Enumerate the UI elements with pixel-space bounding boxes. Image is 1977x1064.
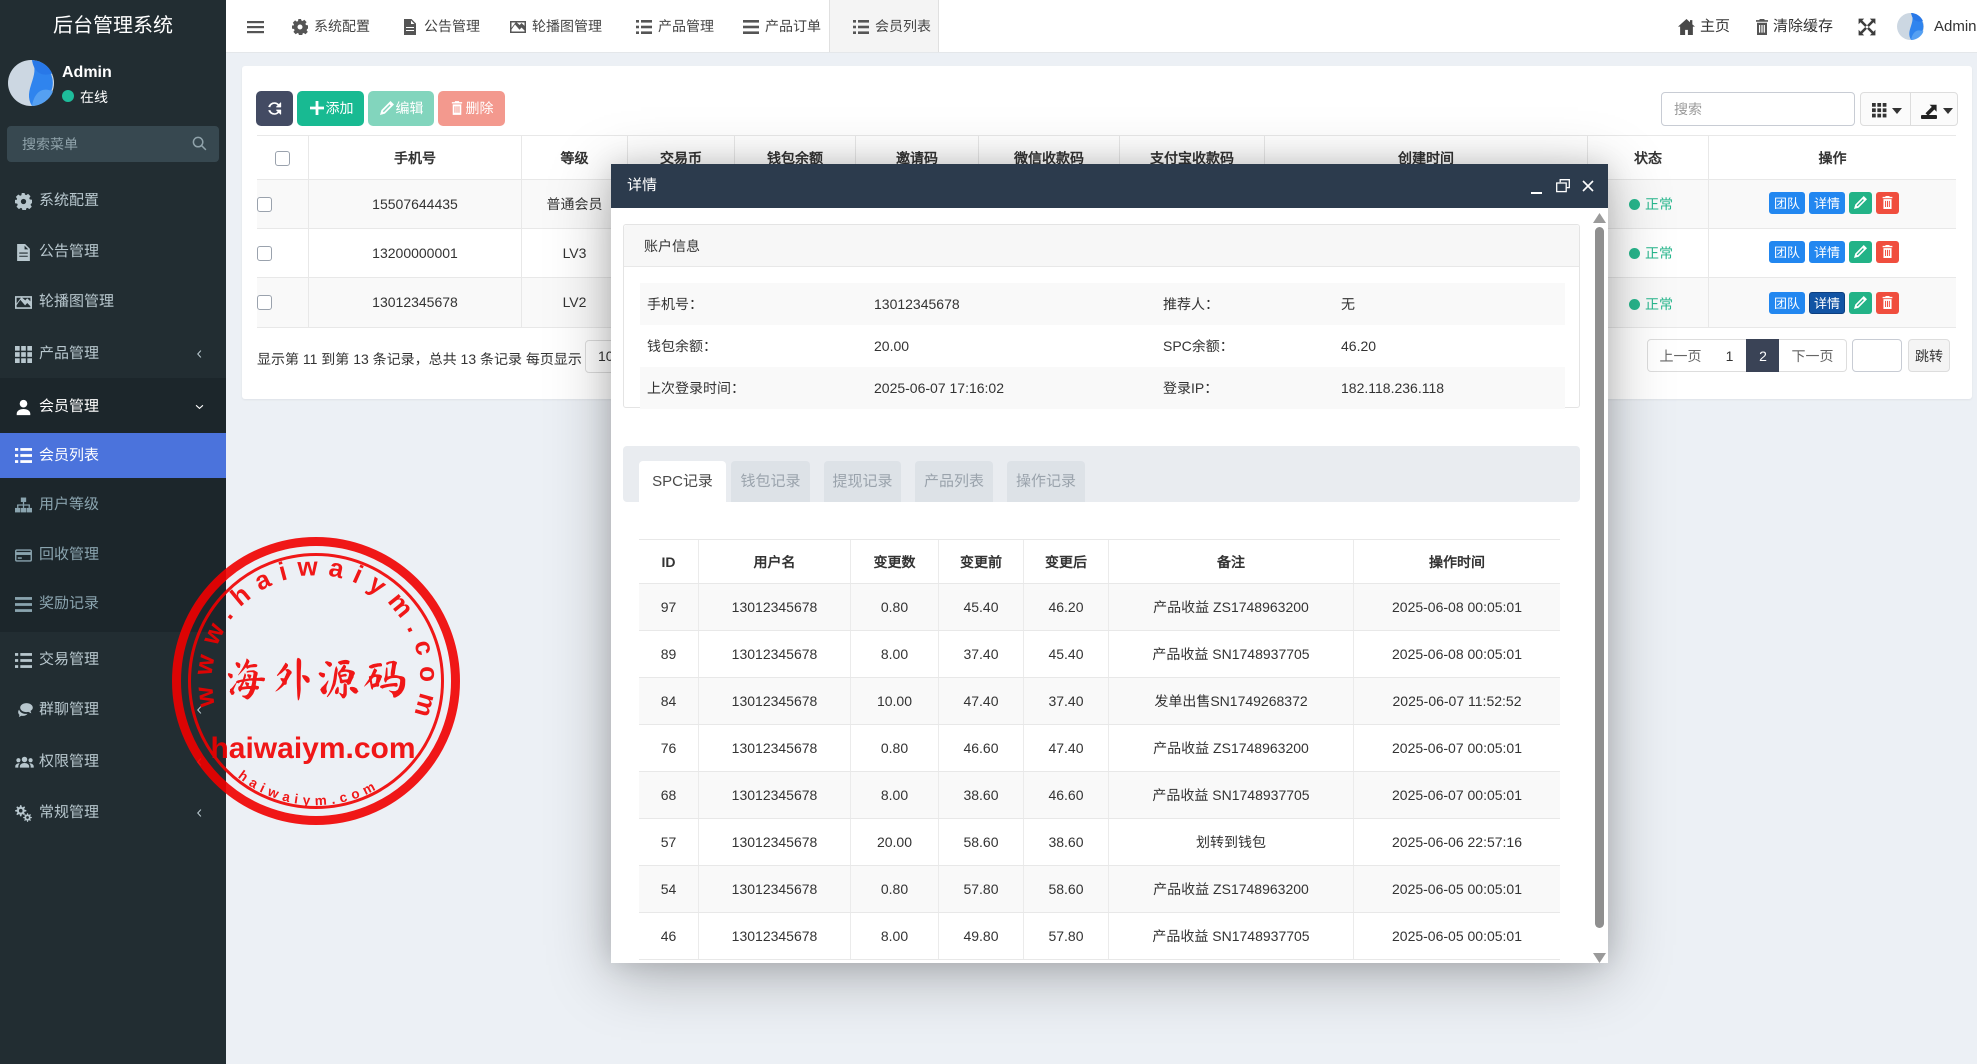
svg-text:海外源码: 海外源码 bbox=[224, 656, 408, 701]
svg-text:haiwaiym.com: haiwaiym.com bbox=[210, 732, 415, 765]
svg-text:www.haiwaiym.com: www.haiwaiym.com bbox=[184, 540, 456, 732]
